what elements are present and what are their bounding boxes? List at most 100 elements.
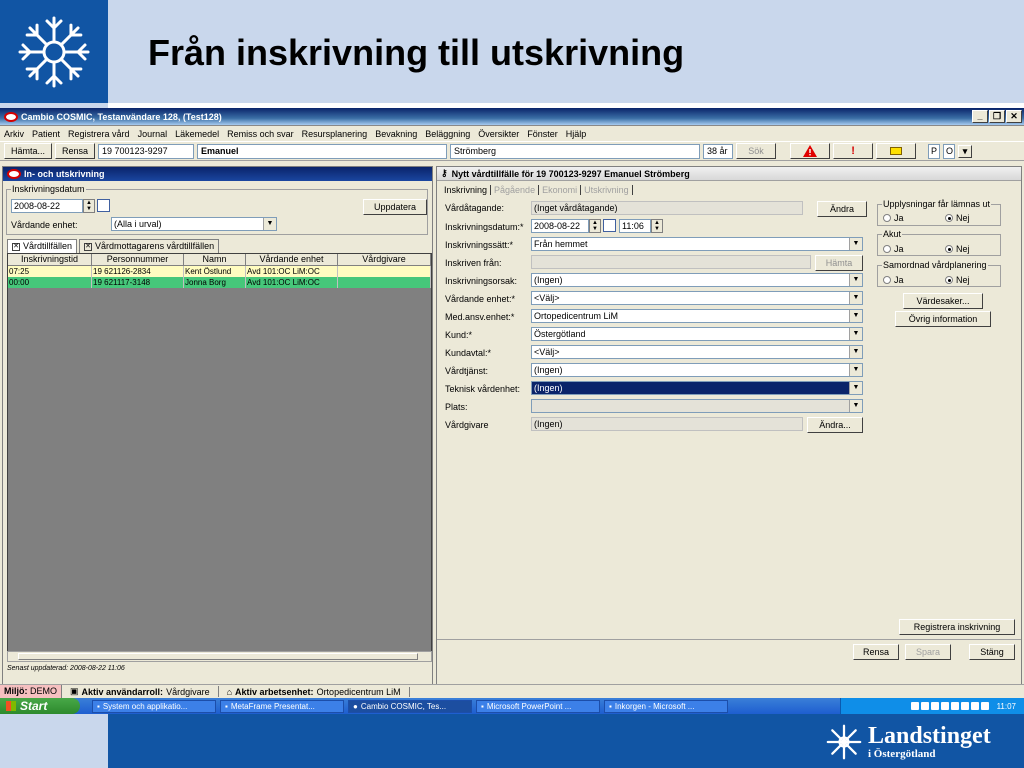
column-header[interactable]: Vårdgivare [338, 254, 431, 266]
calendar-icon[interactable] [97, 199, 110, 212]
menu-oversikter[interactable]: Översikter [478, 129, 519, 139]
fetch-button[interactable]: Hämta... [4, 143, 53, 159]
orsak-select[interactable]: (Ingen) ▼ [531, 273, 863, 287]
task-system[interactable]: ▪ System och applikatio... [92, 699, 216, 713]
tab-vardmottagarens[interactable]: ✕ Vårdmottagarens vårdtillfällen [79, 239, 220, 253]
table-row[interactable]: 07:25 19 621126-2834 Kent Östlund Avd 10… [8, 266, 431, 277]
chevron-down-icon[interactable]: ▼ [263, 218, 276, 230]
samordnad-ja-radio[interactable]: Ja [883, 275, 904, 285]
chevron-down-icon[interactable]: ▼ [849, 274, 862, 286]
change-givare-button[interactable]: Ändra... [807, 417, 863, 433]
akut-ja-radio[interactable]: Ja [883, 244, 904, 254]
close-button[interactable]: ✕ [1006, 110, 1022, 123]
note-button[interactable] [876, 143, 917, 159]
tab-pagaende[interactable]: Pågående [491, 185, 540, 195]
menu-fonster[interactable]: Fönster [527, 129, 558, 139]
vardesaker-button[interactable]: Värdesaker... [903, 293, 983, 309]
spara-button[interactable]: Spara [905, 644, 951, 660]
pnr-field[interactable]: 19 700123-9297 [98, 143, 195, 159]
time-spinner[interactable]: ▲ ▼ [651, 219, 663, 233]
tab-vardtillfallen[interactable]: ✕ Vårdtillfällen [7, 239, 78, 253]
tray-pen-icon[interactable] [940, 702, 949, 710]
upplys-nej-radio[interactable]: Nej [945, 213, 970, 223]
unit-select[interactable]: (Alla i urval) ▼ [111, 217, 277, 231]
admission-time-input[interactable]: 11:06 [619, 219, 651, 233]
cell-pnr: 19 621117-3148 [92, 277, 184, 288]
avtal-select[interactable]: <Välj> ▼ [531, 345, 863, 359]
column-header[interactable]: Personnummer [92, 254, 184, 266]
tab-inskrivning[interactable]: Inskrivning [441, 185, 492, 195]
horizontal-scrollbar[interactable] [7, 651, 432, 662]
tray-calendar-icon[interactable] [980, 702, 989, 710]
med-select[interactable]: Ortopedicentrum LiM ▼ [531, 309, 863, 323]
start-button[interactable]: Start [0, 698, 80, 714]
menu-arkiv[interactable]: Arkiv [4, 129, 24, 139]
chevron-down-icon[interactable]: ▼ [849, 400, 862, 412]
minimize-button[interactable]: _ [972, 110, 988, 123]
chevron-down-icon[interactable]: ▼ [849, 238, 862, 250]
tray-mail-icon[interactable] [910, 702, 919, 710]
admission-date-input[interactable]: 2008-08-22 [531, 219, 589, 233]
tray-flag-icon[interactable] [970, 702, 979, 710]
tray-security-icon[interactable] [960, 702, 969, 710]
restore-button[interactable]: ❐ [989, 110, 1005, 123]
menu-registrera-vard[interactable]: Registrera vård [68, 129, 130, 139]
satt-select[interactable]: Från hemmet ▼ [531, 237, 863, 251]
menu-belaggning[interactable]: Beläggning [425, 129, 470, 139]
register-admission-button[interactable]: Registrera inskrivning [899, 619, 1015, 635]
firstname-field[interactable]: Emanuel [197, 143, 448, 159]
table-row[interactable]: 00:00 19 621117-3148 Jonna Borg Avd 101:… [8, 277, 431, 288]
menu-resursplanering[interactable]: Resursplanering [302, 129, 368, 139]
task-cosmic[interactable]: ● Cambio COSMIC, Tes... [348, 699, 472, 713]
column-header[interactable]: Inskrivningstid [8, 254, 92, 266]
menu-bevakning[interactable]: Bevakning [375, 129, 417, 139]
admission-date-field[interactable]: 2008-08-22 [11, 199, 83, 213]
tray-volume-icon[interactable] [950, 702, 959, 710]
toolbar-dropdown-button[interactable]: ▾ [958, 144, 973, 158]
clear-button[interactable]: Rensa [55, 143, 96, 159]
menu-lakemedel[interactable]: Läkemedel [175, 129, 219, 139]
exclamation-button[interactable]: ! [833, 143, 874, 159]
menu-remiss[interactable]: Remiss och svar [227, 129, 294, 139]
hamta-button[interactable]: Hämta [815, 255, 863, 271]
date-spinner[interactable]: ▲ ▼ [589, 219, 601, 233]
menu-hjalp[interactable]: Hjälp [566, 129, 587, 139]
chevron-down-icon[interactable]: ▼ [849, 346, 862, 358]
column-header[interactable]: Vårdande enhet [246, 254, 338, 266]
date-spinner[interactable]: ▲ ▼ [83, 199, 95, 213]
stang-button[interactable]: Stäng [969, 644, 1015, 660]
calendar-icon[interactable] [603, 219, 616, 232]
task-outlook[interactable]: ▪ Inkorgen - Microsoft ... [604, 699, 728, 713]
tray-printer-icon[interactable] [930, 702, 939, 710]
lastname-field[interactable]: Strömberg [450, 143, 701, 159]
tray-network-icon[interactable] [920, 702, 929, 710]
rensa-button[interactable]: Rensa [853, 644, 899, 660]
column-header[interactable]: Namn [184, 254, 246, 266]
chevron-down-icon[interactable]: ▼ [849, 328, 862, 340]
change-vardatagande-button[interactable]: Ändra [817, 201, 867, 217]
ovrig-info-button[interactable]: Övrig information [895, 311, 991, 327]
menu-patient[interactable]: Patient [32, 129, 60, 139]
upplys-ja-radio[interactable]: Ja [883, 213, 904, 223]
scrollbar-thumb[interactable] [18, 653, 418, 660]
task-powerpoint[interactable]: ▪ Microsoft PowerPoint ... [476, 699, 600, 713]
search-button[interactable]: Sök [736, 143, 777, 159]
tjanst-select[interactable]: (Ingen) ▼ [531, 363, 863, 377]
chevron-down-icon[interactable]: ▼ [849, 364, 862, 376]
plats-select[interactable]: ▼ [531, 399, 863, 413]
chevron-down-icon[interactable]: ▼ [849, 310, 862, 322]
chevron-down-icon[interactable]: ▼ [849, 382, 862, 394]
kund-select[interactable]: Östergötland ▼ [531, 327, 863, 341]
teknisk-select[interactable]: (Ingen) ▼ [531, 381, 863, 395]
menu-journal[interactable]: Journal [138, 129, 168, 139]
task-metaframe[interactable]: ▪ MetaFrame Presentat... [220, 699, 344, 713]
update-button[interactable]: Uppdatera [363, 199, 427, 215]
warning-triangle-icon[interactable] [790, 143, 831, 159]
tab-ekonomi[interactable]: Ekonomi [539, 185, 582, 195]
chevron-down-icon[interactable]: ▼ [849, 292, 862, 304]
akut-nej-radio[interactable]: Nej [945, 244, 970, 254]
tab-utskrivning[interactable]: Utskrivning [581, 185, 633, 195]
samordnad-nej-radio[interactable]: Nej [945, 275, 970, 285]
enhet-select[interactable]: <Välj> ▼ [531, 291, 863, 305]
task-label: Microsoft PowerPoint ... [486, 701, 572, 711]
